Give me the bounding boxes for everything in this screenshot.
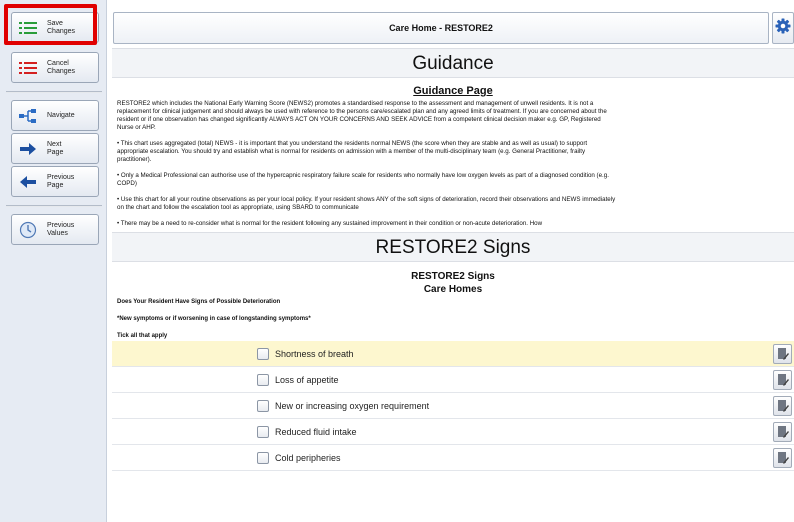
navigate-label: Navigate <box>47 111 75 119</box>
note-button[interactable] <box>773 370 792 390</box>
guidance-page-title: Guidance Page <box>413 85 493 97</box>
save-changes-label: Save Changes <box>47 19 76 35</box>
signs-subtitle: Care Homes <box>423 284 483 295</box>
note-icon <box>777 348 789 360</box>
guidance-paragraph: • This chart uses aggregated (total) NEW… <box>117 140 588 163</box>
checkbox[interactable] <box>257 374 269 386</box>
note-icon <box>777 400 789 412</box>
list-item-label: New or increasing oxygen requirement <box>275 401 430 411</box>
next-page-button[interactable]: Next Page <box>11 133 99 164</box>
previous-page-button[interactable]: Previous Page <box>11 166 99 197</box>
previous-values-label: Previous Values <box>47 221 75 237</box>
note-icon <box>777 426 789 438</box>
list-green-icon <box>15 15 41 41</box>
previous-values-button[interactable]: Previous Values <box>11 214 99 245</box>
settings-button[interactable] <box>772 12 794 44</box>
note-button[interactable] <box>773 396 792 416</box>
guidance-paragraph: RESTORE2 which includes the National Ear… <box>117 100 607 131</box>
signs-list: Shortness of breath Loss of appetite New… <box>112 341 794 471</box>
list-item-label: Reduced fluid intake <box>275 427 357 437</box>
arrow-left-icon <box>15 169 41 195</box>
sidebar-divider <box>6 91 102 93</box>
guidance-paragraph: • Use this chart for all your routine ob… <box>117 196 616 211</box>
note-button[interactable] <box>773 344 792 364</box>
guidance-paragraph: • There may be a need to re-consider wha… <box>117 220 543 227</box>
checkbox[interactable] <box>257 348 269 360</box>
list-item-label: Cold peripheries <box>275 453 341 463</box>
sidebar: Save Changes Cancel Changes Navigate Nex… <box>0 0 107 522</box>
sidebar-divider <box>6 205 102 207</box>
list-item-label: Loss of appetite <box>275 375 339 385</box>
list-item[interactable]: Reduced fluid intake <box>112 419 794 445</box>
guidance-section-header: Guidance <box>112 48 794 78</box>
list-item[interactable]: Cold peripheries <box>112 445 794 471</box>
signs-section-header: RESTORE2 Signs <box>112 232 794 262</box>
note-icon <box>777 374 789 386</box>
history-icon <box>15 217 41 243</box>
guidance-paragraph: • Only a Medical Professional can author… <box>117 172 609 187</box>
list-item[interactable]: Loss of appetite <box>112 367 794 393</box>
previous-page-label: Previous Page <box>47 173 75 189</box>
note-button[interactable] <box>773 448 792 468</box>
navigate-button[interactable]: Navigate <box>11 100 99 131</box>
signs-instruction: Tick all that apply <box>117 333 168 339</box>
header-bar: Care Home - RESTORE2 <box>113 12 769 44</box>
page-title: Care Home - RESTORE2 <box>389 23 493 33</box>
save-changes-button[interactable]: Save Changes <box>11 12 99 43</box>
cancel-changes-button[interactable]: Cancel Changes <box>11 52 99 83</box>
next-page-label: Next Page <box>47 140 64 156</box>
note-icon <box>777 452 789 464</box>
checkbox[interactable] <box>257 400 269 412</box>
list-item[interactable]: New or increasing oxygen requirement <box>112 393 794 419</box>
signs-question: Does Your Resident Have Signs of Possibl… <box>117 299 281 305</box>
content-area: Guidance Guidance Page RESTORE2 which in… <box>112 48 794 522</box>
list-red-icon <box>15 55 41 81</box>
list-item[interactable]: Shortness of breath <box>112 341 794 367</box>
cancel-changes-label: Cancel Changes <box>47 59 76 75</box>
note-button[interactable] <box>773 422 792 442</box>
checkbox[interactable] <box>257 452 269 464</box>
arrow-right-icon <box>15 136 41 162</box>
list-item-label: Shortness of breath <box>275 349 354 359</box>
signs-title: RESTORE2 Signs <box>411 271 495 282</box>
signs-note: *New symptoms or if worsening in case of… <box>117 316 311 322</box>
checkbox[interactable] <box>257 426 269 438</box>
tree-icon <box>15 103 41 129</box>
gear-icon <box>775 18 791 39</box>
